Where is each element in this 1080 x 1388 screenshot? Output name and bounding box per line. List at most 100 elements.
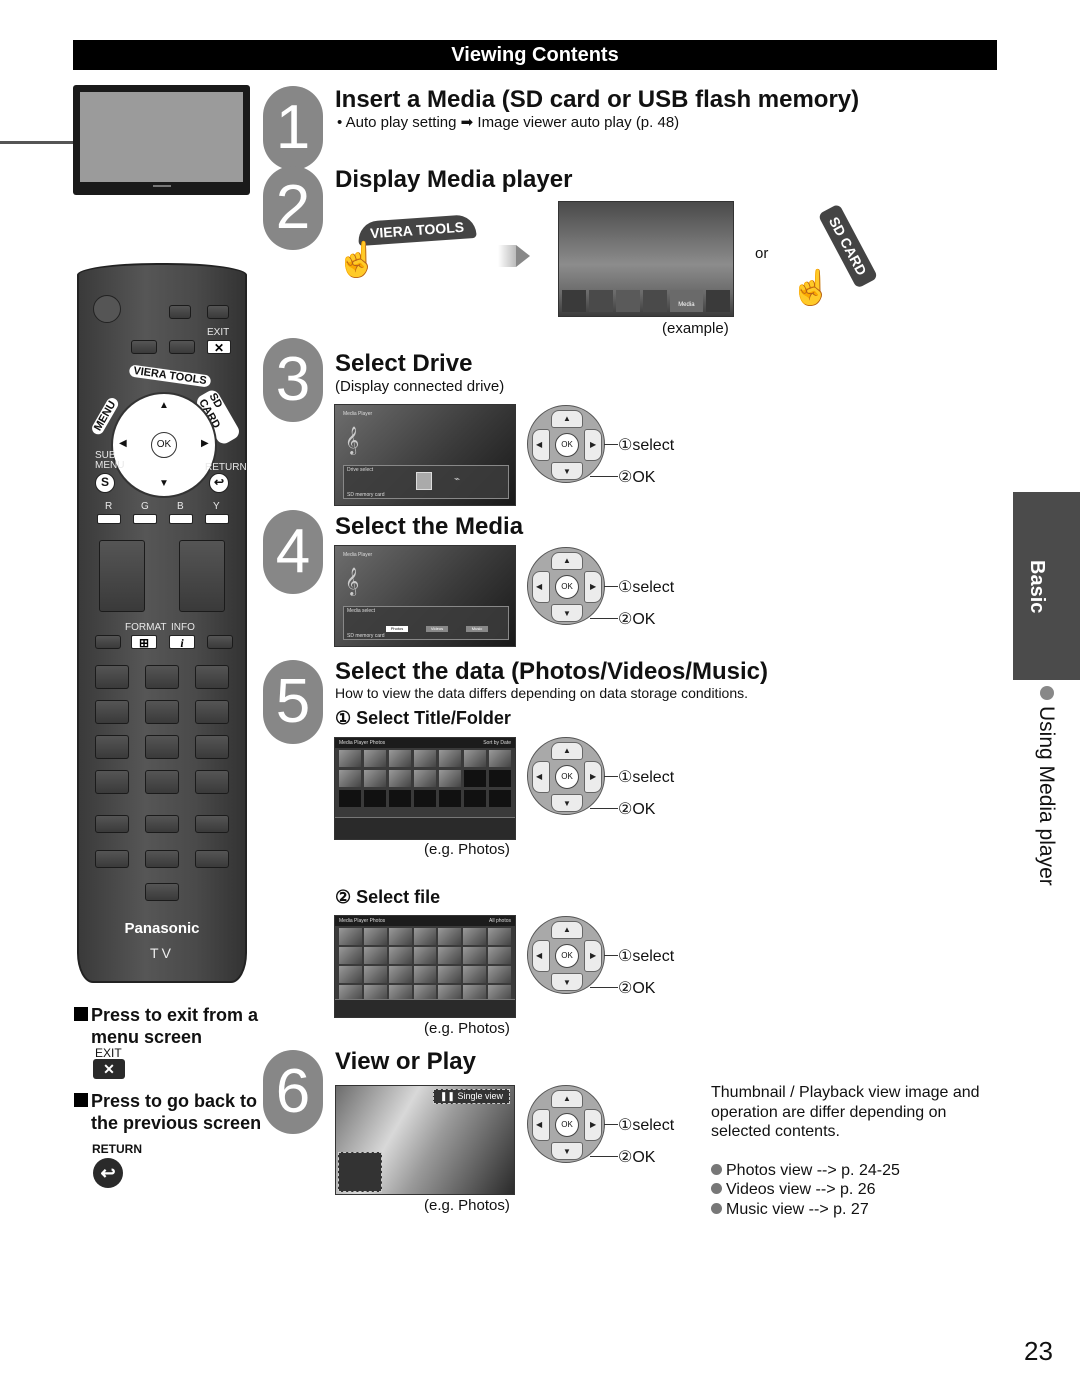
thumbnail[interactable] [438,947,462,964]
keypad-button[interactable] [195,850,229,868]
arrow-right-icon[interactable]: ▶ [201,438,209,449]
thumbnail[interactable] [439,770,461,787]
thumbnail[interactable] [363,947,387,964]
thumbnail[interactable] [339,928,362,945]
keypad-button[interactable] [95,850,129,868]
keypad-button[interactable] [195,665,229,689]
keypad-button[interactable] [195,815,229,833]
remote-button[interactable] [169,305,191,319]
thumbnail[interactable] [339,947,362,964]
format-button[interactable]: ⊞ [131,635,157,650]
pause-icon: ❚❚ [439,1091,455,1101]
arrow-down-icon[interactable]: ▼ [159,478,169,489]
power-button[interactable] [93,295,121,323]
return-button[interactable]: ↩ [209,473,229,493]
thumbnail[interactable] [363,928,387,945]
thumbnail[interactable] [439,750,461,767]
thumbnail[interactable] [463,947,487,964]
blue-button[interactable] [169,514,193,524]
remote-button[interactable] [207,305,229,319]
thumbnail[interactable] [413,928,437,945]
thumbnail[interactable] [463,966,487,983]
info-button[interactable]: i [169,635,195,650]
thumbnail[interactable] [488,966,511,983]
ok-button[interactable]: OK [151,432,177,458]
arrow-tail [498,245,516,267]
empty-slot[interactable] [464,770,486,787]
step-number: 4 [263,510,323,594]
keypad-button[interactable] [145,665,179,689]
keypad-button[interactable] [95,700,129,724]
bullet-icon [711,1183,722,1194]
thumbnail[interactable] [388,947,412,964]
thumbnail[interactable] [464,750,486,767]
link-videos-view[interactable]: Videos view --> p. 26 [711,1180,1001,1200]
arrow-left-icon[interactable]: ◀ [119,438,127,449]
empty-slot[interactable] [339,790,361,807]
empty-slot[interactable] [439,790,461,807]
keypad-button[interactable] [145,735,179,759]
thumbnail[interactable] [339,750,361,767]
thumbnail[interactable] [463,928,487,945]
thumbnail[interactable] [438,966,462,983]
thumbnail[interactable] [363,966,387,983]
navigation-pad[interactable]: ▲ ▼ ◀ ▶ OK [111,392,217,498]
keypad-button[interactable] [145,883,179,901]
empty-slot[interactable] [414,790,436,807]
thumbnail[interactable] [413,947,437,964]
empty-slot[interactable] [489,770,511,787]
ok-key: OK [555,1113,579,1137]
select-callout: ①select [618,437,675,454]
remote-button[interactable] [169,340,195,354]
empty-slot[interactable] [489,790,511,807]
link-photos-view[interactable]: Photos view --> p. 24-25 [711,1161,1001,1181]
empty-slot[interactable] [364,790,386,807]
volume-rocker[interactable] [99,540,145,612]
or-label: or [755,245,769,262]
thumbnail[interactable] [364,770,386,787]
arrow-up-icon[interactable]: ▲ [159,400,169,411]
yellow-button[interactable] [205,514,229,524]
thumbnail[interactable] [438,928,462,945]
link-music-view[interactable]: Music view --> p. 27 [711,1200,1001,1220]
keypad-button[interactable] [195,770,229,794]
substep-heading: ② Select file [335,887,441,907]
thumbnail[interactable] [488,928,511,945]
thumbnail[interactable] [364,750,386,767]
file-select-screen: Media Player Photos All photos [334,915,516,1018]
remote-button[interactable] [95,635,121,649]
keypad-button[interactable] [95,815,129,833]
sub-menu-button[interactable]: S [95,473,115,493]
keypad-button[interactable] [195,700,229,724]
tv-connector-line [0,141,75,144]
keypad-button[interactable] [195,735,229,759]
viera-tools-button[interactable]: VIERA TOOLS [128,364,212,388]
keypad-button[interactable] [145,700,179,724]
channel-rocker[interactable] [179,540,225,612]
keypad-button[interactable] [145,815,179,833]
remote-button[interactable] [131,340,157,354]
thumbnail[interactable] [389,750,411,767]
keypad-button[interactable] [95,770,129,794]
keypad-button[interactable] [145,770,179,794]
thumbnail[interactable] [414,750,436,767]
thumbnail[interactable] [339,966,362,983]
keypad-button[interactable] [95,665,129,689]
thumbnail[interactable] [389,770,411,787]
keypad-button[interactable] [145,850,179,868]
empty-slot[interactable] [464,790,486,807]
exit-button[interactable]: ✕ [207,340,231,355]
empty-slot[interactable] [389,790,411,807]
remote-button[interactable] [207,635,233,649]
keypad-button[interactable] [95,735,129,759]
thumbnail[interactable] [339,770,361,787]
red-button[interactable] [97,514,121,524]
thumbnail[interactable] [413,966,437,983]
thumbnail[interactable] [414,770,436,787]
overlay-label: Single view [457,1091,503,1101]
thumbnail[interactable] [488,947,511,964]
thumbnail[interactable] [388,966,412,983]
thumbnail[interactable] [489,750,511,767]
green-button[interactable] [133,514,157,524]
thumbnail[interactable] [388,928,412,945]
